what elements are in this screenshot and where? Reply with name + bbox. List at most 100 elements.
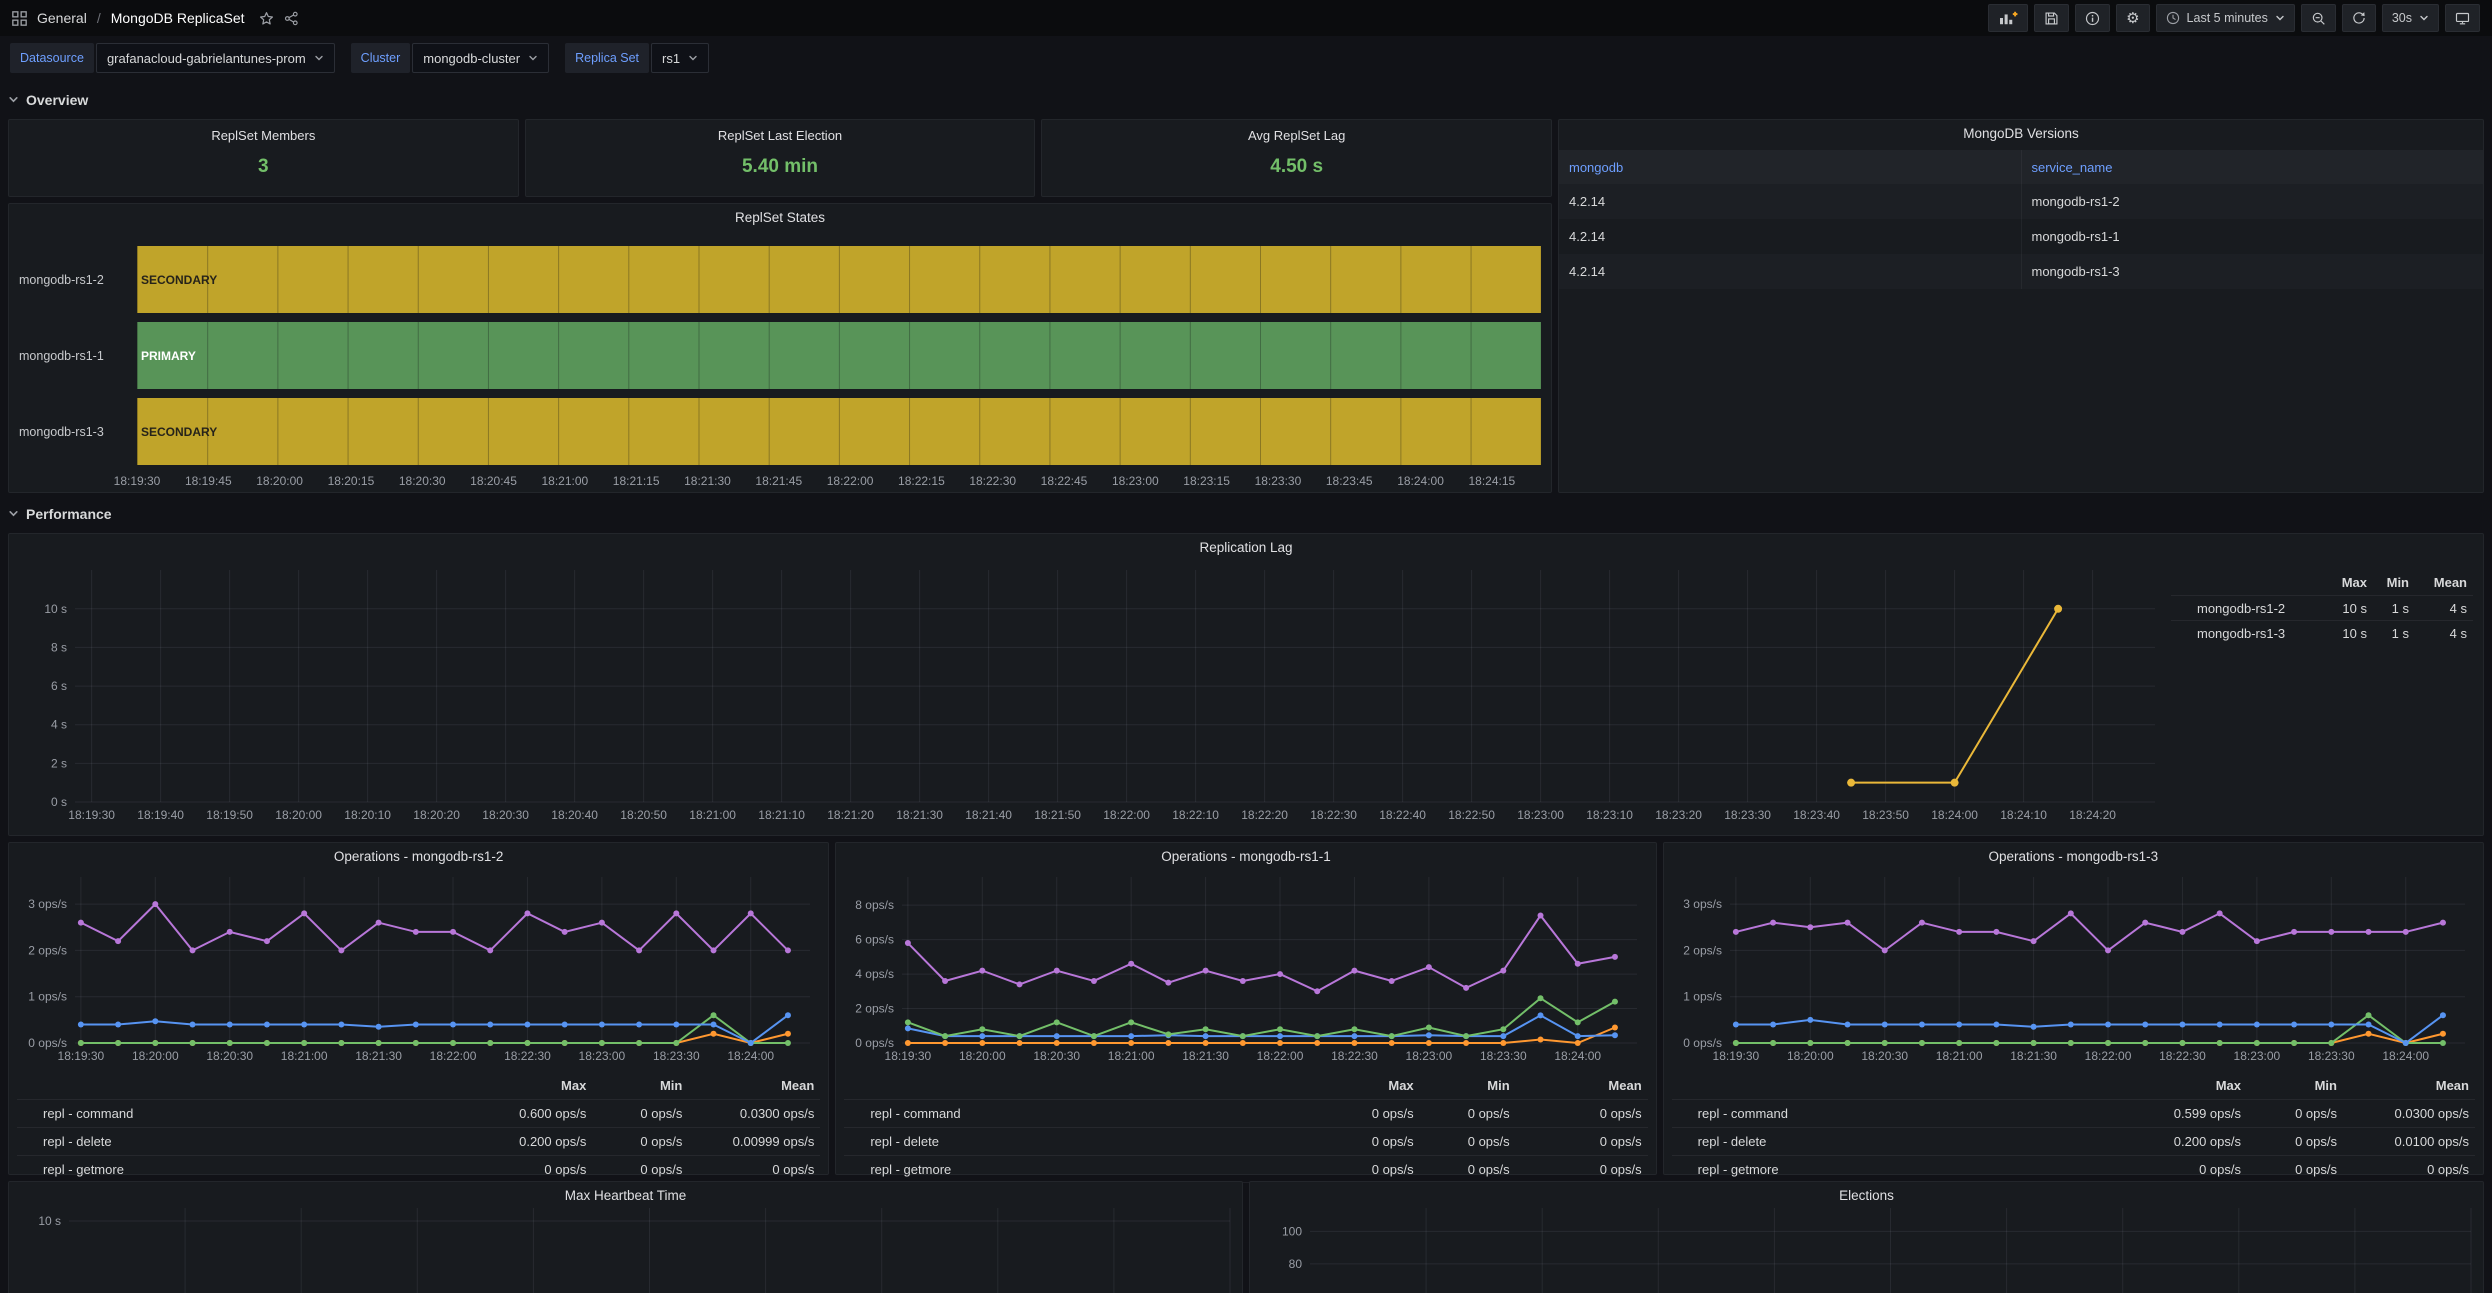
save-dashboard-button[interactable]: [2034, 4, 2070, 32]
legend-series-name[interactable]: repl - command: [43, 1106, 444, 1121]
svg-text:1 ops/s: 1 ops/s: [1683, 990, 1722, 1004]
refresh-button[interactable]: [2341, 4, 2376, 32]
column-header-service-name[interactable]: service_name: [2021, 150, 2483, 184]
legend-header[interactable]: Max: [2099, 1078, 2247, 1093]
operations-chart[interactable]: 0 ops/s 2 ops/s 4 ops/s 6 ops/s 8 ops/s 18:19…: [844, 869, 1649, 1069]
dashboard-info-button[interactable]: [2075, 4, 2111, 32]
legend-header-row: Max Min Mean: [17, 1071, 820, 1099]
panel-title[interactable]: Operations - mongodb-rs1-1: [836, 843, 1655, 869]
state-timeline[interactable]: mongodb-rs1-2 SECONDARY mongodb-rs1-1 PRIMA…: [19, 246, 1541, 465]
legend-value: 0 ops/s: [640, 1106, 683, 1121]
chevron-down-icon: [314, 51, 324, 66]
panel-title[interactable]: ReplSet States: [9, 204, 1551, 230]
legend-row: mongodb-rs1-2 10 s 1 s 4 s: [2171, 595, 2473, 620]
svg-text:18:21:10: 18:21:10: [758, 808, 805, 822]
refresh-interval-picker[interactable]: 30s: [2381, 4, 2439, 32]
versions-table: mongodb service_name 4.2.14 mongodb-rs1-2…: [1559, 150, 2483, 289]
legend-series-name[interactable]: repl - command: [870, 1106, 1271, 1121]
legend-header-row: Max Min Mean: [1672, 1071, 2475, 1099]
legend-header[interactable]: Min: [592, 1078, 688, 1093]
legend-value: 0.200 ops/s: [2173, 1134, 2241, 1149]
max-heartbeat-time-panel: Max Heartbeat Time 10 s: [8, 1181, 1243, 1293]
operations-chart[interactable]: 0 ops/s 1 ops/s 2 ops/s 3 ops/s 18:19:30 18:2…: [1672, 869, 2477, 1069]
axis-tick-label: 18:21:15: [612, 474, 660, 488]
svg-text:8 ops/s: 8 ops/s: [856, 898, 895, 912]
add-panel-button[interactable]: [1988, 4, 2029, 32]
operations-chart[interactable]: 0 ops/s 1 ops/s 2 ops/s 3 ops/s 18:19:30 18:2…: [17, 869, 822, 1069]
svg-text:18:21:50: 18:21:50: [1034, 808, 1081, 822]
svg-text:18:20:50: 18:20:50: [620, 808, 667, 822]
variable-value-text: mongodb-cluster: [423, 50, 521, 66]
axis-tick-label: 18:23:15: [1183, 474, 1230, 488]
legend-value: 0 ops/s: [1371, 1106, 1414, 1121]
axis-tick-label: 18:24:15: [1468, 474, 1516, 488]
legend-series-name[interactable]: repl - getmore: [43, 1162, 444, 1177]
legend-series-name[interactable]: repl - getmore: [870, 1162, 1271, 1177]
legend-header[interactable]: Max: [444, 1078, 592, 1093]
legend-header[interactable]: Min: [2373, 575, 2415, 590]
legend-header[interactable]: Mean: [2415, 575, 2473, 590]
variable-group: Datasource grafanacloud-gabrielantunes-pr…: [10, 43, 335, 73]
panel-title[interactable]: Operations - mongodb-rs1-2: [9, 843, 828, 869]
svg-text:18:23:00: 18:23:00: [1517, 808, 1564, 822]
panel-title[interactable]: Operations - mongodb-rs1-3: [1664, 843, 2483, 869]
time-range-picker[interactable]: Last 5 minutes: [2155, 4, 2295, 32]
stat-title[interactable]: Avg ReplSet Lag: [1248, 128, 1345, 143]
variable-value-dropdown[interactable]: mongodb-cluster: [412, 43, 550, 73]
legend-header[interactable]: Mean: [2343, 1078, 2475, 1093]
panel-title[interactable]: MongoDB Versions: [1559, 120, 2483, 146]
variable-value-dropdown[interactable]: rs1: [651, 43, 710, 73]
variable-value-dropdown[interactable]: grafanacloud-gabrielantunes-prom: [95, 43, 335, 73]
section-performance[interactable]: Performance: [8, 501, 2484, 527]
state-bar[interactable]: SECONDARY: [137, 398, 1541, 465]
svg-text:18:23:30: 18:23:30: [2308, 1049, 2355, 1063]
svg-text:18:23:30: 18:23:30: [653, 1049, 700, 1063]
panel-title[interactable]: Elections: [1250, 1182, 2483, 1208]
legend-value: 0.00999 ops/s: [732, 1134, 815, 1149]
legend-header[interactable]: Min: [2247, 1078, 2343, 1093]
share-icon[interactable]: [284, 11, 299, 26]
state-bar[interactable]: PRIMARY: [137, 322, 1541, 389]
zoom-out-time-button[interactable]: [2300, 4, 2336, 32]
breadcrumb-root[interactable]: General: [37, 10, 87, 26]
legend-series-name[interactable]: repl - delete: [870, 1134, 1271, 1149]
legend-series-name[interactable]: repl - delete: [1698, 1134, 2099, 1149]
column-header-mongodb[interactable]: mongodb: [1559, 150, 2022, 184]
legend-series-name[interactable]: repl - getmore: [1698, 1162, 2099, 1177]
legend-header[interactable]: Max: [1272, 1078, 1420, 1093]
legend-value: 0.0300 ops/s: [739, 1106, 815, 1121]
stat-title[interactable]: ReplSet Last Election: [718, 128, 842, 143]
svg-text:18:23:10: 18:23:10: [1586, 808, 1633, 822]
svg-text:80: 80: [1289, 1257, 1303, 1271]
svg-text:18:22:00: 18:22:00: [1257, 1049, 1304, 1063]
panel-title[interactable]: Max Heartbeat Time: [9, 1182, 1242, 1208]
legend-series-name[interactable]: mongodb-rs1-2: [2197, 601, 2321, 616]
svg-text:4 ops/s: 4 ops/s: [856, 967, 895, 981]
svg-text:0 s: 0 s: [51, 795, 67, 809]
panel-title[interactable]: Replication Lag: [9, 534, 2483, 560]
max-heartbeat-chart[interactable]: 10 s: [17, 1208, 1236, 1293]
legend-header[interactable]: Mean: [688, 1078, 820, 1093]
legend-series-name[interactable]: mongodb-rs1-3: [2197, 626, 2321, 641]
stat-title[interactable]: ReplSet Members: [211, 128, 315, 143]
state-bar[interactable]: SECONDARY: [137, 246, 1541, 313]
tv-mode-button[interactable]: [2445, 4, 2480, 32]
table-cell: mongodb-rs1-3: [2031, 264, 2120, 279]
section-overview[interactable]: Overview: [8, 87, 2484, 113]
elections-chart[interactable]: 100 80: [1258, 1208, 2477, 1293]
apps-grid-icon[interactable]: [12, 10, 27, 26]
dashboard-title[interactable]: MongoDB ReplicaSet: [111, 10, 245, 26]
dashboard-settings-button[interactable]: ⚙: [2116, 4, 2150, 32]
axis-tick-label: 18:21:45: [755, 474, 803, 488]
svg-text:18:22:50: 18:22:50: [1448, 808, 1495, 822]
svg-text:0 ops/s: 0 ops/s: [28, 1036, 67, 1050]
star-icon[interactable]: [259, 11, 274, 26]
legend-header[interactable]: Max: [2321, 575, 2373, 590]
replication-lag-chart[interactable]: 0 s 2 s 4 s 6 s 8 s 10 s 18:19:30 18:19:40 18:19…: [17, 562, 2167, 828]
legend-header[interactable]: Mean: [1516, 1078, 1648, 1093]
variable-value-text: rs1: [662, 50, 681, 66]
legend-row: repl - command 0 ops/s 0 ops/s 0 ops/s: [844, 1099, 1648, 1127]
legend-series-name[interactable]: repl - command: [1698, 1106, 2099, 1121]
legend-series-name[interactable]: repl - delete: [43, 1134, 444, 1149]
legend-header[interactable]: Min: [1420, 1078, 1516, 1093]
